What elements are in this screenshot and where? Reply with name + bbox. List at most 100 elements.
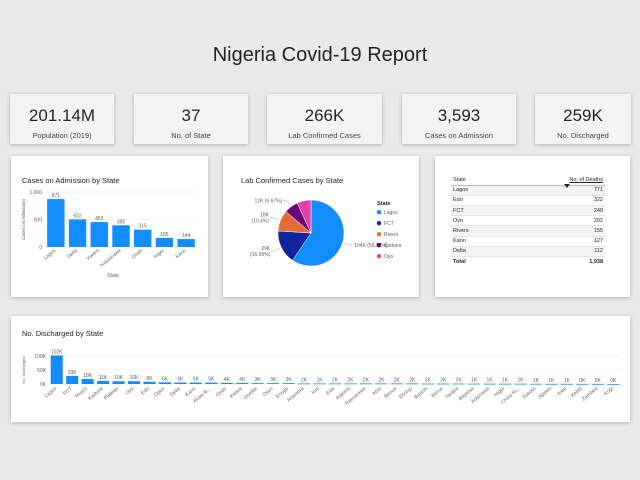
- x-tick-label: Niger: [153, 248, 166, 260]
- data-label: 0K: [595, 378, 602, 384]
- bar: [468, 383, 481, 385]
- x-tick-label: Edo: [140, 386, 151, 396]
- bar: [50, 355, 63, 384]
- x-tick-label: Ogun: [153, 386, 166, 399]
- bar: [68, 219, 87, 247]
- data-label: 10K: [130, 375, 140, 381]
- data-label: (16.99%): [250, 252, 271, 258]
- bar: [205, 382, 218, 384]
- legend-label: FCT: [384, 221, 394, 227]
- table-row[interactable]: Edo 322: [451, 195, 605, 207]
- admission-chart-panel[interactable]: Cases on Admission by State 0 500 1,000 871…: [11, 156, 208, 297]
- kpi-label: Lab Confirmed Cases: [288, 131, 361, 140]
- x-tick-label: Kwara: [86, 248, 101, 262]
- leader-line: [270, 217, 279, 221]
- bar: [298, 383, 311, 385]
- data-label: 5K: [208, 377, 215, 383]
- leader-line: [283, 200, 291, 206]
- legend-title: State: [377, 201, 390, 207]
- sort-descending-icon[interactable]: [564, 184, 570, 189]
- table-total-label: Total: [451, 255, 504, 267]
- table-cell-state: Lagos: [451, 185, 504, 196]
- x-tick-label: FCT: [62, 386, 73, 397]
- data-label: 165: [160, 232, 169, 238]
- table-row[interactable]: Lagos 771: [451, 185, 605, 196]
- bar: [251, 383, 264, 384]
- data-label: 1K: [517, 378, 524, 384]
- table-row[interactable]: Kano 127: [451, 236, 605, 247]
- data-label: 10K: [114, 375, 124, 381]
- table-cell-deaths: 202: [503, 215, 605, 227]
- table-cell-deaths: 155: [503, 225, 605, 237]
- table-cell-state: Oyo: [451, 215, 504, 227]
- bar: [452, 383, 465, 385]
- legend-marker: [376, 221, 382, 226]
- kpi-card-states[interactable]: 37 No. of State: [134, 94, 248, 144]
- bar: [66, 375, 79, 384]
- data-label: 4K: [239, 377, 246, 383]
- bar: [421, 383, 434, 385]
- x-tick-label: Abia: [371, 386, 383, 397]
- lab-pie-chart[interactable]: 104K (59.97%)29K(16.99%)18K(10.4%)12K (6…: [223, 156, 419, 297]
- data-label: 8K: [146, 376, 153, 382]
- bar: [560, 383, 573, 385]
- table-row[interactable]: Oyo 202: [451, 215, 605, 227]
- bar: [112, 225, 130, 247]
- table-row[interactable]: Delta 112: [451, 246, 605, 258]
- table-cell-deaths: 127: [503, 236, 605, 247]
- deaths-table[interactable]: State No. of Deaths Lagos 771 Edo 322 FCT 2…: [451, 175, 605, 267]
- lab-chart-panel[interactable]: Lab Confirmed Cases by State 104K (59.97…: [223, 156, 419, 297]
- bar: [174, 382, 187, 384]
- x-tick-label: Bauchi: [413, 386, 429, 400]
- data-label: 12K (6.67%): [255, 198, 283, 204]
- kpi-card-discharged[interactable]: 259K No. Discharged: [535, 94, 631, 144]
- discharged-bar-chart[interactable]: 0K50K100K102KLagos29KFCT18KRivers11KKadu…: [11, 316, 630, 422]
- discharged-chart-panel[interactable]: No. Discharged by State 0K 50K 100K 102K Lag…: [11, 316, 630, 422]
- legend-label: Rivers: [384, 232, 399, 238]
- table-cell-deaths: 249: [503, 205, 605, 217]
- y-tick-label: 0: [39, 245, 42, 251]
- kpi-value: 259K: [563, 106, 603, 125]
- x-tick-label: Ondo: [215, 386, 228, 399]
- bar: [344, 383, 357, 385]
- bar: [127, 381, 141, 384]
- kpi-card-population[interactable]: 201.14M Population (2019): [10, 94, 114, 144]
- data-label: 2K: [316, 377, 323, 383]
- kpi-card-admission[interactable]: 3,593 Cases on Admission: [402, 94, 516, 144]
- table-header-deaths[interactable]: No. of Deaths: [503, 175, 605, 186]
- kpi-card-lab-confirmed[interactable]: 266K Lab Confirmed Cases: [267, 94, 382, 144]
- y-axis-title: No. Discharged: [21, 356, 26, 384]
- bar: [545, 383, 558, 385]
- data-label: 2K: [425, 378, 432, 384]
- x-tick-label: Anambra: [286, 386, 306, 404]
- data-label: 1K: [471, 378, 478, 384]
- bar: [591, 383, 604, 385]
- bar: [90, 222, 108, 247]
- x-tick-label: Jigawa: [537, 386, 553, 401]
- data-label: 2K: [378, 377, 385, 383]
- table-row[interactable]: FCT 249: [451, 205, 605, 217]
- data-label: 4K: [224, 377, 231, 383]
- data-label: 5K: [177, 377, 184, 383]
- bar: [607, 383, 620, 385]
- x-tick-label: Borno: [430, 386, 444, 399]
- bar: [220, 382, 233, 384]
- data-label: 1K: [487, 378, 494, 384]
- kpi-value: 266K: [304, 106, 345, 125]
- data-label: 1K: [502, 378, 509, 384]
- table-header-state[interactable]: State: [451, 175, 504, 186]
- data-label: 2K: [301, 377, 308, 383]
- bar: [47, 199, 65, 247]
- x-axis-title: State: [107, 273, 119, 279]
- data-label: 453: [95, 216, 104, 222]
- kpi-value: 201.14M: [28, 106, 96, 125]
- y-tick-label: 500: [34, 218, 43, 224]
- table-cell-state: Rivers: [451, 225, 504, 237]
- table-row[interactable]: Rivers 155: [451, 225, 605, 237]
- admission-bar-chart[interactable]: 0 500 1,000 871 Lagos 502 Delta 453 Kwara 395 Nass…: [11, 156, 208, 297]
- bar: [390, 383, 403, 385]
- data-label: 0K: [579, 378, 586, 384]
- data-label: 3K: [255, 377, 262, 383]
- x-tick-label: Yobe: [556, 386, 569, 398]
- bar: [313, 383, 326, 385]
